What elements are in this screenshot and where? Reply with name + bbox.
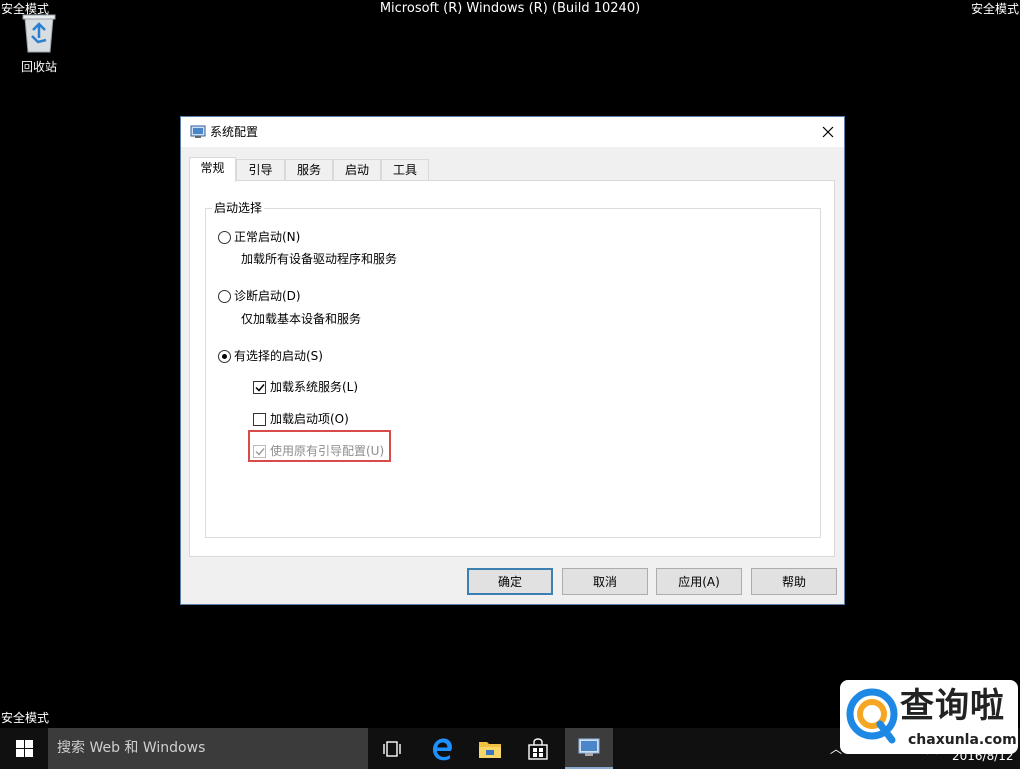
help-button[interactable]: 帮助 — [751, 568, 837, 595]
task-view-icon — [383, 740, 401, 757]
radio-selective-startup[interactable]: 有选择的启动(S) — [218, 348, 323, 364]
recycle-bin-label: 回收站 — [20, 60, 57, 74]
folder-icon — [479, 741, 501, 758]
start-button[interactable] — [0, 728, 48, 769]
system-configuration-dialog: 系统配置 常规 引导 服务 启动 工具 启动选择 正常启动(N) 加载所有设备驱… — [180, 116, 845, 605]
edge-taskbar-button[interactable] — [418, 728, 466, 769]
checkmark-icon — [254, 383, 265, 392]
checkbox[interactable] — [253, 412, 266, 426]
watermark-chinese-text: 查询啦 — [900, 686, 1005, 726]
normal-startup-description: 加载所有设备驱动程序和服务 — [241, 252, 398, 266]
tab-tools[interactable]: 工具 — [381, 159, 429, 181]
ok-button[interactable]: 确定 — [467, 568, 553, 595]
msconfig-icon — [190, 125, 206, 138]
watermark-logo: 查询啦 chaxunla.com — [840, 680, 1018, 754]
recycle-bin-icon — [22, 14, 56, 53]
tab-general[interactable]: 常规 — [189, 157, 236, 182]
radio-diagnostic-startup[interactable]: 诊断启动(D) — [218, 288, 301, 304]
build-version-text: Microsoft (R) Windows (R) (Build 10240) — [379, 1, 641, 16]
safe-mode-label: 安全模式 — [1, 711, 50, 725]
magnifier-logo-icon — [846, 688, 898, 744]
startup-selection-group: 启动选择 正常启动(N) 加载所有设备驱动程序和服务 诊断启动(D) 仅加载基本… — [205, 200, 821, 538]
task-view-button[interactable] — [368, 728, 416, 769]
tab-startup[interactable]: 启动 — [333, 159, 381, 181]
taskbar-search-box[interactable]: 搜索 Web 和 Windows — [48, 728, 368, 769]
watermark-domain-text: chaxunla.com — [908, 732, 1017, 748]
radio-label: 有选择的启动(S) — [234, 349, 323, 363]
dialog-title-bar[interactable]: 系统配置 — [181, 117, 844, 147]
close-icon — [822, 126, 834, 138]
checkbox-load-system-services[interactable]: 加载系统服务(L) — [253, 379, 358, 395]
general-tab-panel: 启动选择 正常启动(N) 加载所有设备驱动程序和服务 诊断启动(D) 仅加载基本… — [189, 180, 835, 557]
apply-button[interactable]: 应用(A) — [656, 568, 742, 595]
radio-label: 诊断启动(D) — [234, 289, 301, 303]
radio-button-selected[interactable] — [218, 349, 231, 363]
checkbox-label: 加载启动项(O) — [270, 412, 349, 426]
edge-icon — [433, 738, 452, 760]
msconfig-icon — [578, 738, 600, 756]
cancel-button[interactable]: 取消 — [562, 568, 648, 595]
dialog-title: 系统配置 — [210, 125, 259, 139]
store-taskbar-button[interactable] — [514, 728, 562, 769]
msconfig-taskbar-button[interactable] — [565, 728, 613, 769]
checkbox[interactable] — [253, 380, 266, 394]
store-bag-icon — [528, 737, 548, 760]
windows-logo-icon — [15, 740, 33, 757]
checkbox-load-startup-items[interactable]: 加载启动项(O) — [253, 411, 349, 427]
tab-services[interactable]: 服务 — [285, 159, 333, 181]
file-explorer-taskbar-button[interactable] — [466, 728, 514, 769]
recycle-bin-shortcut[interactable]: 回收站 — [10, 12, 68, 75]
highlight-box — [248, 430, 391, 462]
group-label: 启动选择 — [212, 200, 265, 216]
tab-boot[interactable]: 引导 — [236, 159, 285, 181]
close-button[interactable] — [812, 117, 844, 147]
checkbox-label: 加载系统服务(L) — [270, 380, 359, 394]
diagnostic-startup-description: 仅加载基本设备和服务 — [241, 312, 362, 326]
radio-button[interactable] — [218, 230, 231, 244]
radio-label: 正常启动(N) — [234, 230, 301, 244]
radio-normal-startup[interactable]: 正常启动(N) — [218, 229, 300, 245]
radio-button[interactable] — [218, 289, 231, 303]
